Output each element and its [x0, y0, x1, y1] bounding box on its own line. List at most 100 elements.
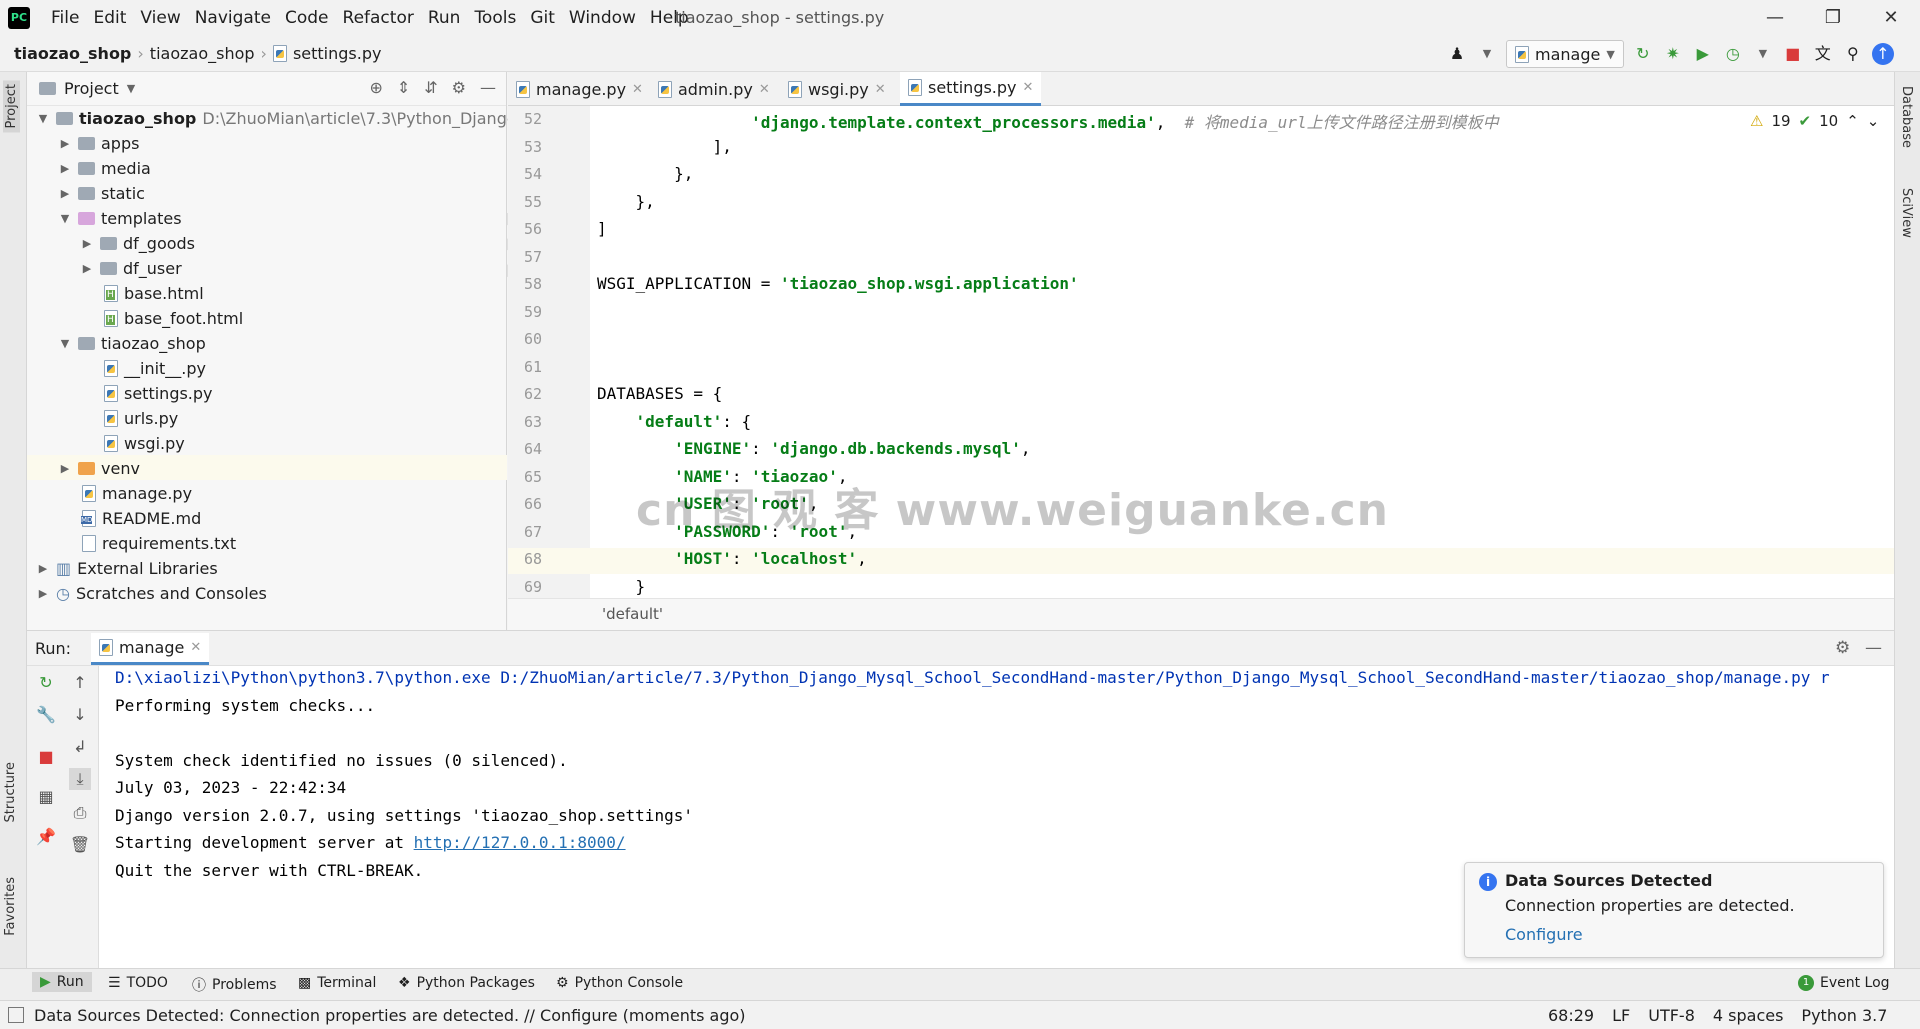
- wrench-icon[interactable]: 🔧: [35, 704, 57, 726]
- chevron-down-icon[interactable]: ▼: [36, 112, 50, 125]
- tree-root[interactable]: ▼ tiaozao_shop D:\ZhuoMian\article\7.3\P…: [36, 106, 548, 131]
- file-encoding[interactable]: UTF-8: [1648, 1006, 1695, 1025]
- chevron-down-icon[interactable]: ▼: [58, 337, 72, 350]
- tree-item-manage-py[interactable]: manage.py: [82, 481, 192, 506]
- tree-item-tiaozao-shop[interactable]: ▼ tiaozao_shop: [58, 331, 206, 356]
- sciview-tool-tab[interactable]: SciView: [1899, 188, 1914, 238]
- menu-refactor[interactable]: Refactor: [336, 8, 421, 28]
- menu-file[interactable]: File: [44, 8, 86, 28]
- chevron-right-icon[interactable]: ▶: [58, 137, 72, 150]
- code-breadcrumb[interactable]: 'default': [602, 605, 663, 623]
- print-icon[interactable]: ⎙: [69, 802, 91, 824]
- chevron-down-icon[interactable]: ▼: [127, 82, 135, 95]
- tool-window-todo[interactable]: ☰ TODO: [108, 975, 168, 991]
- tree-item-scratches[interactable]: ▶ ◷ Scratches and Consoles: [36, 581, 267, 606]
- chevron-up-icon[interactable]: ⌃: [1846, 112, 1859, 130]
- menu-window[interactable]: Window: [562, 8, 643, 28]
- hide-icon[interactable]: —: [480, 78, 496, 97]
- tab-wsgi-py[interactable]: wsgi.py ✕: [780, 72, 894, 106]
- translate-icon[interactable]: 文: [1812, 43, 1834, 65]
- structure-tool-tab[interactable]: Structure: [3, 762, 18, 822]
- inspection-widget[interactable]: ⚠ 19 ✔ 10 ⌃ ⌄: [1750, 112, 1879, 130]
- stop-icon[interactable]: ■: [35, 746, 57, 768]
- breadcrumb-project[interactable]: tiaozao_shop: [14, 44, 131, 63]
- arrow-down-icon[interactable]: ↓: [69, 704, 91, 726]
- rerun-icon[interactable]: ↻: [35, 672, 57, 694]
- close-tab-icon[interactable]: ✕: [632, 82, 643, 97]
- tab-settings-py[interactable]: settings.py ✕: [900, 72, 1042, 106]
- chevron-right-icon[interactable]: ▶: [58, 462, 72, 475]
- soft-wrap-icon[interactable]: ↲: [69, 736, 91, 758]
- menu-run[interactable]: Run: [421, 8, 468, 28]
- configure-link[interactable]: Configure: [1505, 925, 1583, 944]
- line-separator[interactable]: LF: [1612, 1006, 1630, 1025]
- breadcrumb-package[interactable]: tiaozao_shop: [150, 44, 255, 63]
- tree-item-df-goods[interactable]: ▶ df_goods: [80, 231, 195, 256]
- breadcrumb-file[interactable]: settings.py: [293, 44, 382, 63]
- tree-item-settings-py[interactable]: settings.py: [104, 381, 213, 406]
- gear-icon[interactable]: ⚙: [452, 78, 466, 97]
- tree-item-static[interactable]: ▶ static: [58, 181, 145, 206]
- restore-icon[interactable]: ❐: [1810, 4, 1856, 32]
- tree-item-venv[interactable]: ▶ venv: [58, 456, 140, 481]
- chevron-down-icon[interactable]: ▼: [1752, 43, 1774, 65]
- rerun-icon[interactable]: ↻: [1632, 43, 1654, 65]
- user-icon[interactable]: ♟: [1446, 43, 1468, 65]
- minimize-icon[interactable]: —: [1752, 4, 1798, 32]
- python-interpreter[interactable]: Python 3.7: [1801, 1006, 1887, 1025]
- favorites-tool-tab[interactable]: Favorites: [3, 877, 18, 936]
- chevron-down-icon[interactable]: ⌄: [1867, 112, 1880, 130]
- tree-item-urls-py[interactable]: urls.py: [104, 406, 178, 431]
- project-tool-tab[interactable]: Project: [3, 80, 20, 133]
- menu-code[interactable]: Code: [278, 8, 336, 28]
- tab-admin-py[interactable]: admin.py ✕: [650, 72, 778, 106]
- tool-window-python-packages[interactable]: ❖ Python Packages: [398, 975, 535, 991]
- tree-item-external-libraries[interactable]: ▶ ▥ External Libraries: [36, 556, 218, 581]
- close-tab-icon[interactable]: ✕: [190, 640, 201, 655]
- project-panel-title[interactable]: Project: [64, 79, 119, 98]
- tree-item-apps[interactable]: ▶ apps: [58, 131, 140, 156]
- menu-view[interactable]: View: [133, 8, 187, 28]
- arrow-up-icon[interactable]: ↑: [69, 672, 91, 694]
- menu-edit[interactable]: Edit: [86, 8, 133, 28]
- indent-setting[interactable]: 4 spaces: [1713, 1006, 1784, 1025]
- close-tab-icon[interactable]: ✕: [875, 82, 886, 97]
- stop-icon[interactable]: ■: [1782, 43, 1804, 65]
- chevron-right-icon[interactable]: ▶: [58, 162, 72, 175]
- tool-window-run[interactable]: ▶ Run: [32, 972, 92, 992]
- tool-window-python-console[interactable]: ⚙ Python Console: [556, 975, 683, 991]
- close-icon[interactable]: ✕: [1868, 4, 1914, 32]
- gear-icon[interactable]: ⚙: [1835, 638, 1850, 658]
- tree-item-wsgi-py[interactable]: wsgi.py: [104, 431, 185, 456]
- toggle-tool-windows-icon[interactable]: [8, 1007, 24, 1023]
- server-url-link[interactable]: http://127.0.0.1:8000/: [414, 833, 626, 852]
- close-tab-icon[interactable]: ✕: [1023, 80, 1034, 95]
- menu-navigate[interactable]: Navigate: [188, 8, 278, 28]
- tree-item-base-foot-html[interactable]: base_foot.html: [104, 306, 243, 331]
- expand-all-icon[interactable]: ⇕: [397, 78, 410, 97]
- tree-item-df-user[interactable]: ▶ df_user: [80, 256, 182, 281]
- update-icon[interactable]: ↑: [1871, 43, 1894, 65]
- tree-item-readme-md[interactable]: README.md: [81, 506, 201, 531]
- pin-icon[interactable]: 📌: [35, 826, 57, 848]
- locate-icon[interactable]: ⊕: [369, 78, 382, 97]
- tree-item-init-py[interactable]: __init__.py: [104, 356, 206, 381]
- tree-item-requirements[interactable]: requirements.txt: [82, 531, 236, 556]
- status-message[interactable]: Data Sources Detected: Connection proper…: [34, 1006, 746, 1025]
- tree-item-templates[interactable]: ▼ templates: [58, 206, 182, 231]
- scroll-to-end-icon[interactable]: ⤓: [69, 768, 91, 790]
- chevron-right-icon[interactable]: ▶: [80, 237, 94, 250]
- profile-icon[interactable]: ◷: [1722, 43, 1744, 65]
- run-coverage-icon[interactable]: ▶: [1692, 43, 1714, 65]
- chevron-right-icon[interactable]: ▶: [80, 262, 94, 275]
- tool-window-terminal[interactable]: ▩ Terminal: [298, 975, 376, 991]
- hide-icon[interactable]: —: [1865, 638, 1882, 658]
- chevron-right-icon[interactable]: ▶: [58, 187, 72, 200]
- database-tool-tab[interactable]: Database: [1899, 86, 1914, 148]
- search-icon[interactable]: ⚲: [1842, 43, 1864, 65]
- run-configuration-select[interactable]: manage ▼: [1506, 40, 1624, 68]
- chevron-down-icon[interactable]: ▼: [58, 212, 72, 225]
- chevron-right-icon[interactable]: ▶: [36, 587, 50, 600]
- close-tab-icon[interactable]: ✕: [759, 82, 770, 97]
- tool-window-event-log[interactable]: 1 Event Log: [1798, 975, 1890, 991]
